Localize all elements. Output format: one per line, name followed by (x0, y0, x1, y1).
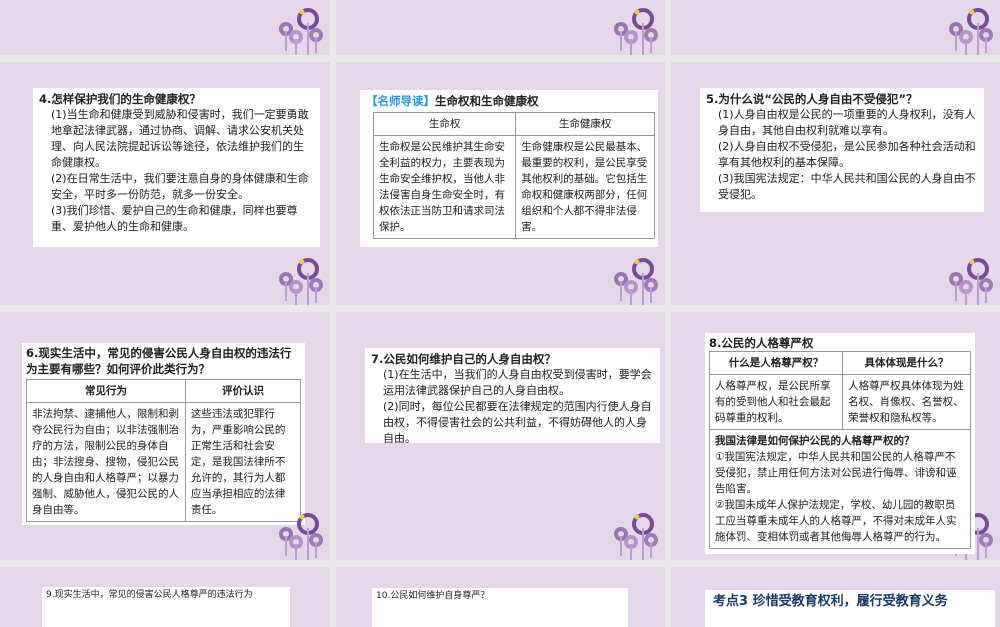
answer-paragraph: (2)人身自由权不受侵犯，是公民参加各种社会活动和享有其他权利的基本保障。 (718, 140, 976, 169)
flower-decoration-icon (949, 8, 993, 55)
slide-thumbnail-12[interactable]: 考点3 珍惜受教育权利，履行受教育义务 (671, 567, 1000, 627)
slide-thumbnail-6[interactable]: 5.为什么说“公民的人身自由不受侵犯”？ (1)人身自由权是公民的一项重要的人身… (671, 62, 1000, 305)
table-header: 具体体现是什么？ (842, 351, 971, 375)
answer-paragraph: (1)当生命和健康受到威胁和侵害时，我们一定要勇敢地拿起法律武器，通过协商、调解… (51, 108, 309, 169)
table-cell: 生命权是公民维护其生命安全利益的权力，主要表现为生命安全维护权，当他人非法侵害自… (372, 135, 517, 239)
content-box: 7.公民如何维护自己的人身自由权？ (1)在生活中，当我们的人身自由权受到侵害时… (365, 348, 660, 445)
question-title: 8.公民的人格尊严权 (709, 336, 814, 350)
question-title: 4.怎样保护我们的生命健康权？ (39, 92, 201, 106)
table-cell: 人格尊严权具体体现为姓名权、肖像权、名誉权、荣誉权和隐私权等。 (842, 374, 971, 430)
comparison-table: 生命权 生命健康权 生命权是公民维护其生命安全利益的权力，主要表现为生命安全维护权… (372, 112, 655, 239)
table-header: 评价认识 (184, 379, 302, 403)
question-title: 6.现实生活中，常见的侵害公民人身自由权的违法行为主要有哪些？如何评价此类行为？ (26, 346, 292, 376)
answer-paragraph: (2)在日常生活中，我们要注意自身的身体健康和生命安全，平时多一份防范，就多一份… (51, 172, 309, 201)
subtitle: 我国法律是如何保护公民的人格尊严权的？ (715, 435, 915, 447)
table-header: 常见行为 (26, 379, 186, 403)
slide-thumbnail-8[interactable]: 7.公民如何维护自己的人身自由权？ (1)在生活中，当我们的人身自由权受到侵害时… (336, 312, 665, 560)
dignity-table: 什么是人格尊严权？ 具体体现是什么？ 人格尊严权，是公民所享有的受到他人和社会最起… (708, 351, 971, 549)
table-header: 生命健康权 (515, 112, 655, 136)
answer-paragraph: ①我国宪法规定，中华人民共和国公民的人格尊严不受侵犯，禁止用任何方法对公民进行侮… (715, 451, 957, 495)
flower-decoration-icon (614, 8, 658, 55)
content-box: 4.怎样保护我们的生命健康权？ (1)当生命和健康受到威胁和侵害时，我们一定要勇… (33, 88, 320, 247)
slide-thumbnail-7[interactable]: 6.现实生活中，常见的侵害公民人身自由权的违法行为主要有哪些？如何评价此类行为？… (0, 312, 330, 560)
table-cell: 这些违法或犯罪行为，严重影响公民的正常生活和社会安定，是我国法律所不允许的，其行… (184, 402, 302, 522)
question-title: 5.为什么说“公民的人身自由不受侵犯”？ (706, 92, 918, 106)
flower-decoration-icon (279, 513, 323, 560)
content-box: 考点3 珍惜受教育权利，履行受教育义务 (705, 590, 995, 627)
slide-thumbnail-3[interactable] (671, 0, 1000, 55)
content-box: 8.公民的人格尊严权 什么是人格尊严权？ 具体体现是什么？ 人格尊严权，是公民所享… (705, 333, 975, 554)
flower-decoration-icon (279, 8, 323, 55)
question-title: 7.公民如何维护自己的人身自由权？ (371, 352, 556, 366)
table-cell: 生命健康权是公民最基本、最重要的权利，是公民享受其他权利的基础。它包括生命权和健… (515, 135, 655, 239)
answer-paragraph: (1)人身自由权是公民的一项重要的人身权利，没有人身自由，其他自由权利就难以享有… (718, 108, 976, 137)
guide-title: 生命权和生命健康权 (435, 94, 539, 108)
slide-thumbnail-11[interactable]: 10.公民如何维护自身尊严？ (336, 567, 665, 627)
teacher-guide-tag: 【名师导读】 (366, 94, 435, 108)
slide-thumbnail-10[interactable]: 9.现实生活中，常见的侵害公民人格尊严的违法行为 (0, 567, 330, 627)
section-title: 考点3 珍惜受教育权利，履行受教育义务 (713, 594, 948, 609)
content-box: 6.现实生活中，常见的侵害公民人身自由权的违法行为主要有哪些？如何评价此类行为？… (22, 343, 305, 525)
answer-paragraph: (2)同时，每位公民都要在法律规定的范围内行使人身自由权，不得侵害社会的公共利益… (383, 400, 652, 445)
answer-paragraph: (1)在生活中，当我们的人身自由权受到侵害时，要学会运用法律武器保护自己的人身自… (383, 368, 652, 397)
flower-decoration-icon (949, 258, 993, 305)
slide-thumbnail-4[interactable]: 4.怎样保护我们的生命健康权？ (1)当生命和健康受到威胁和侵害时，我们一定要勇… (0, 62, 330, 305)
slide-thumbnail-5[interactable]: 【名师导读】生命权和生命健康权 生命权 生命健康权 生命权是公民维护其生命安全利益… (336, 62, 665, 305)
flower-decoration-icon (614, 513, 658, 560)
table-header: 什么是人格尊严权？ (708, 351, 844, 375)
slide-thumbnail-1[interactable] (0, 0, 330, 55)
flower-decoration-icon (614, 258, 658, 305)
answer-paragraph: ②我国未成年人保护法规定，学校、幼儿园的教职员工应当尊重未成年人的人格尊严，不得… (715, 499, 957, 543)
content-box: 【名师导读】生命权和生命健康权 生命权 生命健康权 生命权是公民维护其生命安全利益… (360, 90, 658, 247)
table-cell: 人格尊严权，是公民所享有的受到他人和社会最起码尊重的权利。 (708, 374, 844, 430)
flower-decoration-icon (279, 258, 323, 305)
slide-thumbnail-2[interactable] (336, 0, 665, 55)
behavior-table: 常见行为 评价认识 非法拘禁、逮捕他人，限制和剥夺公民行为自由；以非法强制治疗的方… (26, 379, 302, 522)
slide-thumbnail-9[interactable]: 8.公民的人格尊严权 什么是人格尊严权？ 具体体现是什么？ 人格尊严权，是公民所享… (671, 312, 1000, 560)
content-box: 10.公民如何维护自身尊严？ (372, 588, 628, 627)
question-title: 10.公民如何维护自身尊严？ (376, 591, 490, 601)
answer-paragraph: (3)我们珍惜、爱护自己的生命和健康，同样也要尊重、爱护他人的生命和健康。 (51, 204, 298, 233)
table-cell: 非法拘禁、逮捕他人，限制和剥夺公民行为自由；以非法强制治疗的方法，限制公民的身体… (26, 402, 186, 522)
content-box: 9.现实生活中，常见的侵害公民人格尊严的违法行为 (42, 587, 290, 627)
content-box: 5.为什么说“公民的人身自由不受侵犯”？ (1)人身自由权是公民的一项重要的人身… (700, 88, 984, 212)
table-header: 生命权 (372, 112, 517, 136)
answer-paragraph: (3)我国宪法规定：中华人民共和国公民的人身自由不受侵犯。 (718, 172, 976, 201)
